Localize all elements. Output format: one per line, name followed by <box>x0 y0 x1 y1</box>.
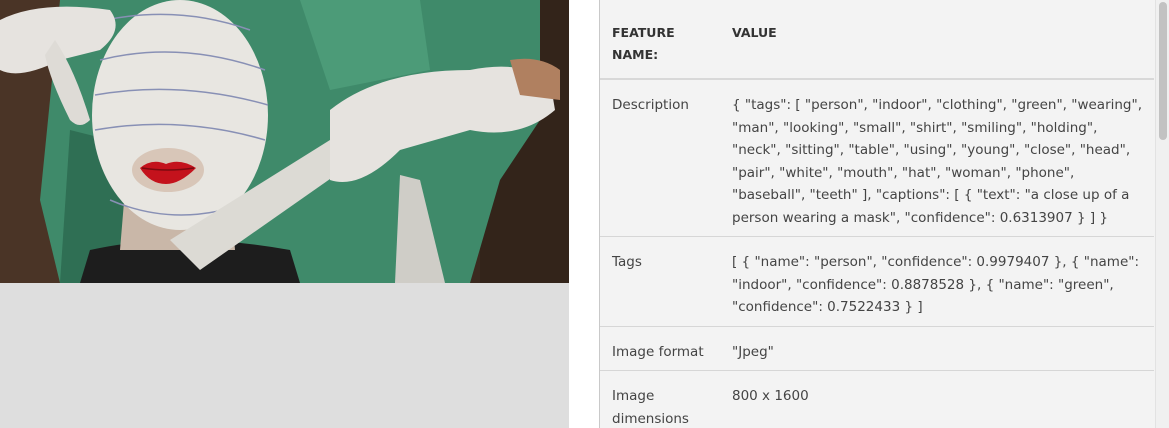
scrollbar-thumb[interactable] <box>1159 2 1167 140</box>
image-pane <box>0 0 569 428</box>
results-table-container: FEATURE NAME: VALUE Description { "tags"… <box>600 0 1154 428</box>
vertical-scrollbar[interactable] <box>1155 0 1169 428</box>
table-row: Image dimensions 800 x 1600 <box>600 370 1154 428</box>
header-value: VALUE <box>720 0 1154 80</box>
analysis-view: FEATURE NAME: VALUE Description { "tags"… <box>0 0 1169 428</box>
feature-value-cell: [ { "name": "person", "confidence": 0.99… <box>720 236 1154 327</box>
feature-name-cell: Image dimensions <box>600 370 720 428</box>
feature-name-cell: Image format <box>600 326 720 371</box>
table-header-row: FEATURE NAME: VALUE <box>600 0 1154 80</box>
analyzed-photo <box>0 0 569 283</box>
feature-name-cell: Tags <box>600 236 720 327</box>
table-row: Description { "tags": [ "person", "indoo… <box>600 79 1154 237</box>
table-row: Image format "Jpeg" <box>600 326 1154 371</box>
header-feature-name: FEATURE NAME: <box>600 0 720 80</box>
feature-value-cell: { "tags": [ "person", "indoor", "clothin… <box>720 79 1154 237</box>
table-row: Tags [ { "name": "person", "confidence":… <box>600 236 1154 327</box>
results-panel[interactable]: FEATURE NAME: VALUE Description { "tags"… <box>599 0 1169 428</box>
feature-value-cell: "Jpeg" <box>720 326 1154 371</box>
feature-value-cell: 800 x 1600 <box>720 370 1154 428</box>
feature-name-cell: Description <box>600 79 720 237</box>
feature-table: FEATURE NAME: VALUE Description { "tags"… <box>600 0 1154 428</box>
